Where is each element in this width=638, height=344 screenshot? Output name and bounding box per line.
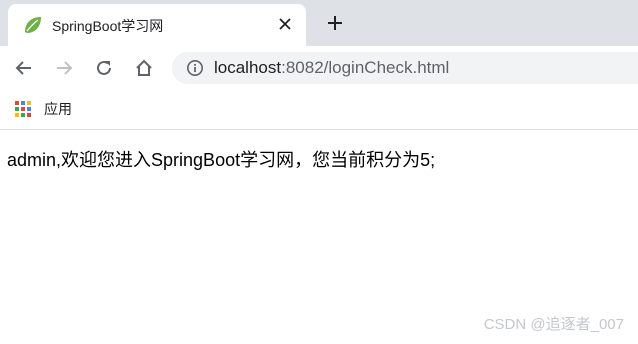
address-bar[interactable]: localhost:8082/loginCheck.html	[172, 52, 638, 84]
home-icon[interactable]	[131, 55, 157, 81]
arrow-left-icon[interactable]	[11, 55, 37, 81]
arrow-right-icon[interactable]	[51, 55, 77, 81]
bookmark-apps-label: 应用	[44, 101, 72, 117]
watermark: CSDN @追逐者_007	[483, 316, 624, 333]
url-host: localhost	[214, 58, 282, 77]
spring-leaf-icon	[22, 14, 44, 36]
reload-icon[interactable]	[91, 55, 117, 81]
tab-strip: SpringBoot学习网	[0, 0, 638, 46]
browser-window: SpringBoot学习网 localhost:8082/loginCheck.…	[0, 0, 638, 344]
active-tab[interactable]: SpringBoot学习网	[8, 4, 306, 46]
welcome-message: admin,欢迎您进入SpringBoot学习网，您当前积分为5;	[7, 150, 436, 170]
bookmarks-bar: 应用	[0, 90, 638, 130]
page-content: admin,欢迎您进入SpringBoot学习网，您当前积分为5; CSDN @…	[0, 131, 638, 344]
plus-icon[interactable]	[322, 10, 348, 36]
bookmark-apps[interactable]: 应用	[14, 98, 72, 120]
navigation-toolbar: localhost:8082/loginCheck.html	[0, 46, 638, 90]
apps-grid-icon	[14, 100, 32, 118]
close-icon[interactable]	[274, 13, 296, 35]
tab-title: SpringBoot学习网	[52, 18, 164, 34]
info-icon[interactable]	[186, 59, 204, 77]
url-path: :8082/loginCheck.html	[281, 58, 450, 77]
url-text[interactable]: localhost:8082/loginCheck.html	[214, 58, 449, 78]
